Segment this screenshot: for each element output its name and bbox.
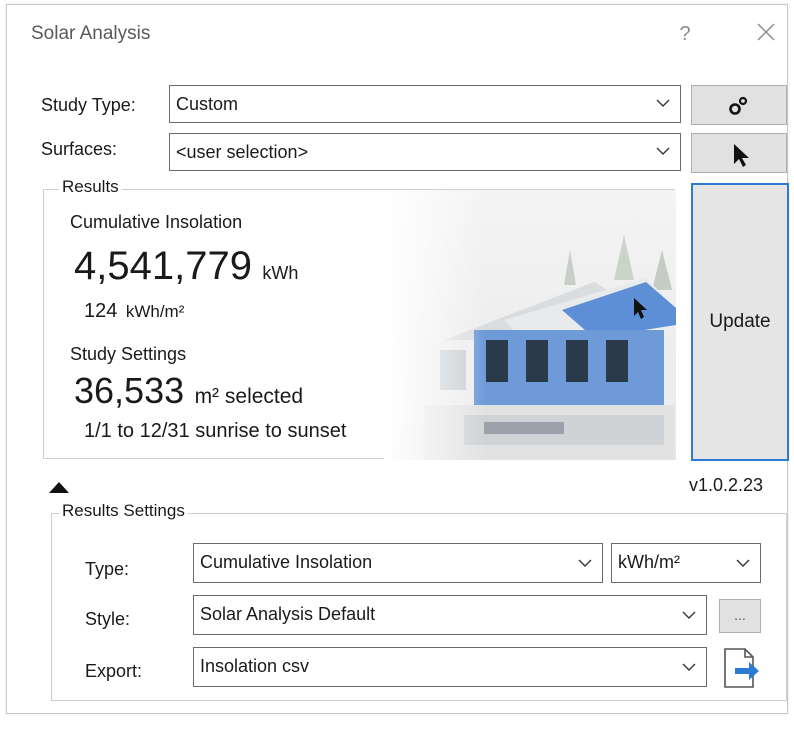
study-type-value: Custom — [176, 94, 239, 114]
style-select[interactable]: Solar Analysis Default — [193, 595, 707, 635]
chevron-down-icon — [578, 559, 592, 567]
per-area-value: 124 — [84, 300, 118, 322]
surfaces-select[interactable]: <user selection> — [169, 133, 681, 171]
selected-area: 36,533 m² selected — [74, 370, 303, 412]
study-type-select[interactable]: Custom — [169, 85, 681, 123]
cumulative-insolation-label: Cumulative Insolation — [70, 212, 243, 232]
study-settings-label: Study Settings — [70, 344, 187, 364]
solar-analysis-dialog: Solar Analysis ? Study Type: Custom Surf… — [6, 4, 789, 714]
type-label: Type: — [85, 559, 130, 579]
chevron-down-icon — [682, 611, 696, 619]
dialog-title: Solar Analysis — [31, 23, 151, 44]
unit-value: kWh/m² — [618, 552, 680, 572]
version-label: v1.0.2.23 — [689, 475, 764, 495]
results-group: Cumulative Insolation 4,541,779 kWh 124 … — [43, 189, 676, 460]
close-button[interactable] — [749, 15, 783, 49]
chevron-down-icon — [656, 99, 670, 107]
surfaces-label: Surfaces: — [41, 139, 118, 159]
style-label: Style: — [85, 609, 131, 629]
export-label: Export: — [85, 661, 143, 681]
selected-area-unit: m² selected — [194, 385, 304, 408]
total-insolation-unit: kWh — [262, 263, 299, 283]
triangle-up-icon — [49, 482, 69, 493]
style-more-button[interactable]: ... — [719, 599, 761, 633]
total-insolation-value: 4,541,779 — [74, 244, 252, 288]
select-surfaces-button[interactable] — [691, 133, 787, 173]
selected-area-value: 36,533 — [74, 370, 185, 411]
close-icon — [757, 23, 775, 41]
results-legend: Results — [59, 177, 122, 197]
per-area-insolation: 124 kWh/m² — [84, 300, 184, 323]
unit-select[interactable]: kWh/m² — [611, 543, 761, 583]
date-range: 1/1 to 12/31 sunrise to sunset — [84, 420, 347, 442]
export-select[interactable]: Insolation csv — [193, 647, 707, 687]
study-type-label: Study Type: — [41, 95, 136, 115]
result-type-select[interactable]: Cumulative Insolation — [193, 543, 603, 583]
update-button-label: Update — [709, 311, 771, 332]
style-value: Solar Analysis Default — [200, 604, 376, 624]
chevron-down-icon — [656, 147, 670, 155]
building-illustration — [384, 190, 676, 460]
chevron-down-icon — [736, 559, 750, 567]
chevron-down-icon — [682, 663, 696, 671]
surfaces-value: <user selection> — [176, 142, 309, 162]
update-button[interactable]: Update — [691, 183, 789, 461]
help-button[interactable]: ? — [671, 17, 699, 51]
export-value: Insolation csv — [200, 656, 310, 676]
results-settings-legend: Results Settings — [59, 501, 188, 521]
cursor-arrow-icon — [734, 144, 749, 167]
collapse-toggle[interactable] — [47, 479, 71, 495]
export-button[interactable] — [719, 645, 763, 691]
export-file-icon — [724, 648, 759, 688]
result-type-value: Cumulative Insolation — [200, 552, 373, 572]
per-area-unit: kWh/m² — [125, 302, 185, 321]
study-settings-button[interactable] — [691, 85, 787, 125]
total-insolation: 4,541,779 kWh — [74, 244, 298, 289]
gears-icon — [729, 96, 748, 115]
